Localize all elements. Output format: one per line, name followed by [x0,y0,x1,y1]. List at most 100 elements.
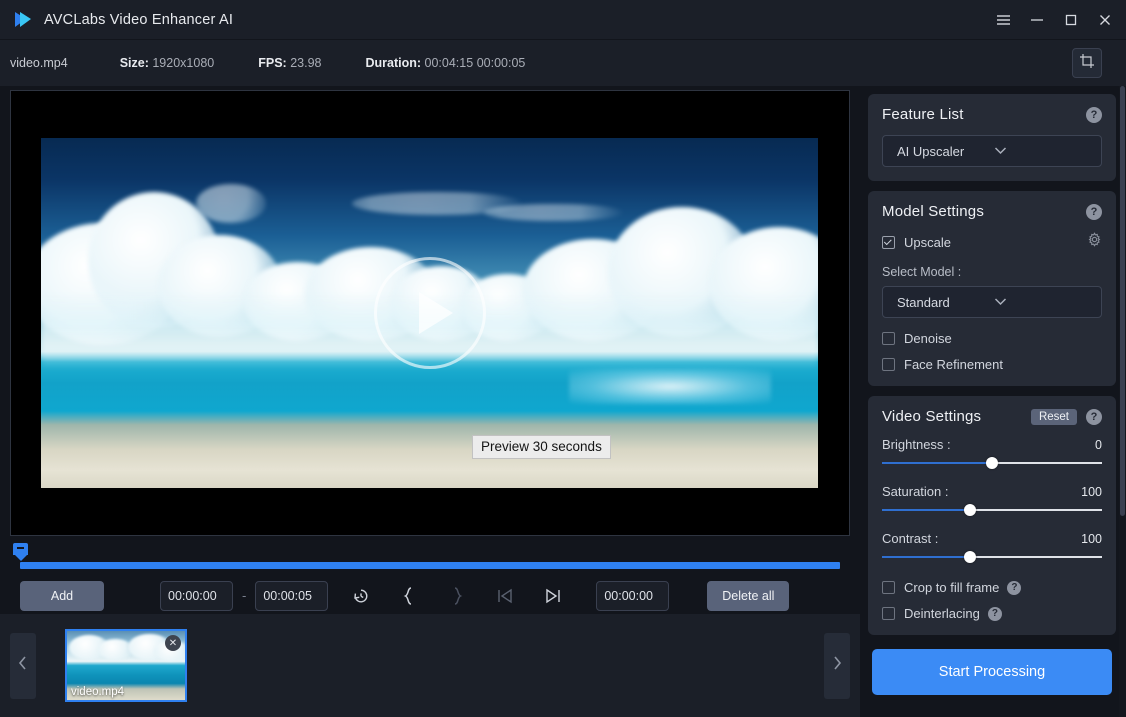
window-controls [986,0,1122,40]
model-settings-title: Model Settings [882,203,1086,220]
denoise-checkbox[interactable] [882,332,895,345]
start-button-container: Start Processing [868,649,1116,717]
menu-button[interactable] [986,4,1020,36]
feature-list-help-icon[interactable]: ? [1086,107,1102,123]
editing-toolbar: Add 00:00:00 - 00:00:05 [0,577,860,614]
previous-frame-icon[interactable] [490,581,520,611]
add-button[interactable]: Add [20,581,104,611]
sidebar-scrollbar[interactable] [1119,86,1126,717]
denoise-row: Denoise [882,331,1102,346]
minimize-button[interactable] [1020,4,1054,36]
upscale-settings-button[interactable] [1087,232,1102,252]
timeline-area: Add 00:00:00 - 00:00:05 [0,536,860,614]
start-processing-button[interactable]: Start Processing [872,649,1112,695]
crop-to-fill-checkbox[interactable] [882,581,895,594]
model-settings-header: Model Settings ? [882,203,1102,220]
timeline-track[interactable] [20,562,840,569]
video-settings-header: Video Settings Reset ? [882,408,1102,425]
time-separator: - [242,588,246,603]
list-item[interactable]: ✕ video.mp4 [65,629,187,702]
application-window: AVCLabs Video Enhancer AI video.mp4 Size… [0,0,1126,717]
close-icon: ✕ [169,638,177,649]
reset-button[interactable]: Reset [1031,409,1077,425]
chevron-left-icon [18,655,28,676]
filmstrip-next-wrap [824,633,850,699]
brightness-slider[interactable] [882,456,1102,470]
remove-item-button[interactable]: ✕ [165,635,181,651]
size-value: 1920x1080 [152,56,214,70]
duration-info: Duration: 00:04:15 00:00:05 [365,56,525,70]
end-time-input[interactable]: 00:00:05 [255,581,328,611]
crop-button[interactable] [1072,48,1102,78]
app-title: AVCLabs Video Enhancer AI [44,12,233,28]
fps-value: 23.98 [290,56,321,70]
delete-all-button[interactable]: Delete all [707,581,789,611]
deinterlacing-checkbox[interactable] [882,607,895,620]
start-time-input[interactable]: 00:00:00 [160,581,233,611]
playhead-marker-icon[interactable] [13,543,28,560]
filmstrip-prev-button[interactable] [10,633,36,699]
upscale-checkbox[interactable] [882,236,895,249]
crop-to-fill-row: Crop to fill frame ? [882,580,1102,595]
next-frame-icon[interactable] [538,581,568,611]
filmstrip-next-button[interactable] [824,633,850,699]
gear-icon [1087,232,1102,252]
play-logo-icon [12,9,34,31]
upscale-row: Upscale [882,232,1102,252]
close-button[interactable] [1088,4,1122,36]
feature-list-header: Feature List ? [882,106,1102,123]
saturation-row: Saturation : 100 [882,484,1102,499]
main-body: Preview 30 seconds Add 00:00:00 - 00:00:… [0,86,1126,717]
filmstrip-bar: ✕ video.mp4 [0,614,860,717]
saturation-label: Saturation : [882,484,1081,499]
maximize-button[interactable] [1054,4,1088,36]
file-info-bar: video.mp4 Size: 1920x1080 FPS: 23.98 Dur… [0,40,1126,86]
brightness-row: Brightness : 0 [882,437,1102,452]
file-name-label: video.mp4 [10,56,68,70]
contrast-row: Contrast : 100 [882,531,1102,546]
duration-secondary-value: 00:00:05 [477,56,526,70]
upscale-label: Upscale [904,235,951,250]
water-glint [569,369,771,404]
duration-value: 00:04:15 [425,56,474,70]
reset-history-icon[interactable] [346,581,376,611]
size-info: Size: 1920x1080 [120,56,215,70]
video-settings-title: Video Settings [882,408,1031,425]
left-column: Preview 30 seconds Add 00:00:00 - 00:00:… [0,86,860,717]
sidebar-scrollbar-thumb[interactable] [1120,86,1125,516]
crop-to-fill-label: Crop to fill frame [904,580,999,595]
feature-select[interactable]: AI Upscaler [882,135,1102,167]
video-frame-content [41,138,818,488]
model-select-value: Standard [897,295,994,310]
set-out-point-icon[interactable] [442,581,472,611]
filmstrip-items: ✕ video.mp4 [36,629,824,702]
video-preview-panel: Preview 30 seconds [10,90,850,536]
select-model-label: Select Model : [882,265,961,279]
current-time-input[interactable]: 00:00:00 [596,581,669,611]
face-refinement-label: Face Refinement [904,357,1003,372]
select-model-row: Select Model : [882,265,1102,279]
fps-key: FPS: [258,56,286,70]
saturation-slider[interactable] [882,503,1102,517]
feature-list-title: Feature List [882,106,1086,123]
deinterlacing-help-icon[interactable]: ? [988,607,1002,621]
model-settings-help-icon[interactable]: ? [1086,204,1102,220]
chevron-down-icon [994,295,1091,309]
set-in-point-icon[interactable] [394,581,424,611]
contrast-value: 100 [1081,532,1102,546]
duration-key: Duration: [365,56,421,70]
crop-to-fill-help-icon[interactable]: ? [1007,581,1021,595]
deinterlacing-row: Deinterlacing ? [882,606,1102,621]
play-circle-icon[interactable] [374,257,486,369]
face-refinement-checkbox[interactable] [882,358,895,371]
video-settings-help-icon[interactable]: ? [1086,409,1102,425]
video-canvas [41,91,818,535]
chevron-down-icon [994,144,1091,158]
video-settings-panel: Video Settings Reset ? Brightness : 0 Sa… [868,396,1116,635]
model-settings-panel: Model Settings ? Upscale [868,191,1116,386]
denoise-label: Denoise [904,331,952,346]
settings-sidebar: Feature List ? AI Upscaler Model Setting… [860,86,1126,717]
model-select[interactable]: Standard [882,286,1102,318]
saturation-value: 100 [1081,485,1102,499]
contrast-slider[interactable] [882,550,1102,564]
